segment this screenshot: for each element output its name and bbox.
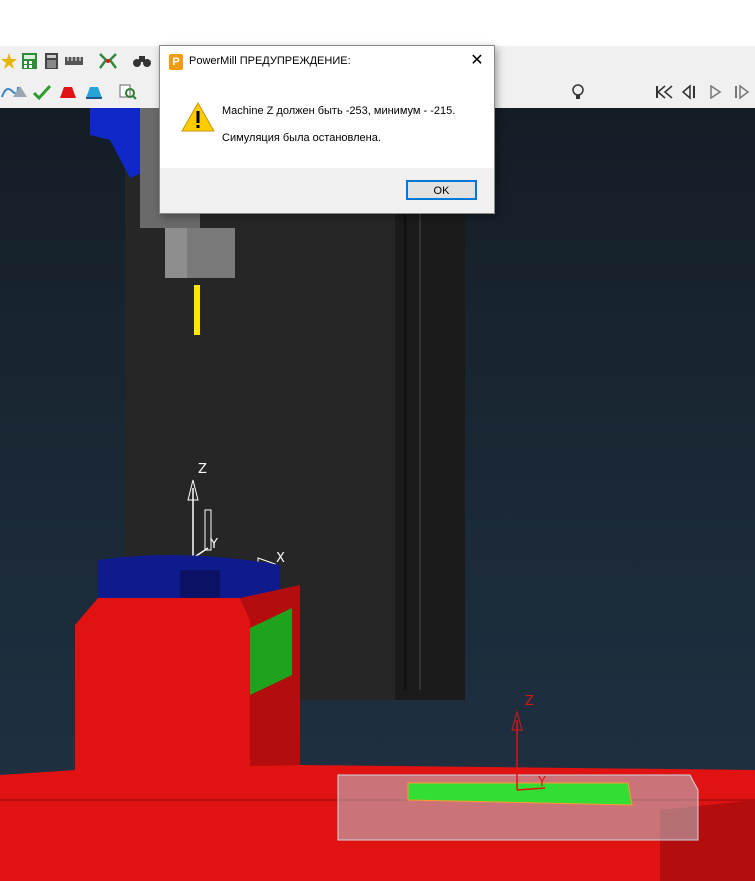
simulation-viewport[interactable]: Z Y X Z Y <box>0 108 755 881</box>
ok-button[interactable]: OK <box>406 180 477 200</box>
binoculars-icon[interactable] <box>132 52 152 70</box>
cutting-tool <box>194 285 200 335</box>
play-icon[interactable] <box>706 83 726 101</box>
dialog-message-1: Machine Z должен быть -253, минимум - -2… <box>222 105 456 117</box>
curve-green-icon[interactable] <box>32 83 52 101</box>
ruler-icon[interactable] <box>64 52 84 70</box>
model-z-label: Z <box>525 694 534 709</box>
magnify-icon[interactable] <box>118 83 138 101</box>
dialog-title-bar[interactable]: P PowerMill ПРЕДУПРЕЖДЕНИЕ: ✕ <box>160 46 494 78</box>
step-forward-icon[interactable] <box>732 83 752 101</box>
boundary-red-icon[interactable] <box>58 83 78 101</box>
warning-icon <box>181 102 215 132</box>
dialog-footer: OK <box>160 168 494 213</box>
dialog-body: Machine Z должен быть -253, минимум - -2… <box>160 78 494 168</box>
model-y-label: Y <box>537 775 546 790</box>
workplane-y-label: Y <box>209 537 218 552</box>
close-icon[interactable]: ✕ <box>466 50 488 72</box>
warning-dialog: P PowerMill ПРЕДУПРЕЖДЕНИЕ: ✕ Machine Z … <box>159 45 495 214</box>
first-icon[interactable] <box>654 83 674 101</box>
wizard-icon[interactable] <box>0 52 20 70</box>
boundary-blue-icon[interactable] <box>84 83 104 101</box>
window-blank-area <box>0 0 755 46</box>
step-back-icon[interactable] <box>680 83 700 101</box>
bulb-icon[interactable] <box>568 83 588 101</box>
tool-holder-face <box>165 228 187 278</box>
workplane-x-label: X <box>276 551 285 566</box>
toolpath-icon[interactable] <box>98 52 118 70</box>
surface-icon[interactable] <box>10 83 30 101</box>
dialog-message-2: Симуляция была остановлена. <box>222 132 381 144</box>
dialog-title: PowerMill ПРЕДУПРЕЖДЕНИЕ: <box>189 55 351 67</box>
calc-grid-icon[interactable] <box>42 52 62 70</box>
powermill-icon: P <box>169 54 183 70</box>
calculator-icon[interactable] <box>20 52 40 70</box>
workplane-z-label: Z <box>198 462 207 477</box>
trunnion-left <box>75 598 250 790</box>
